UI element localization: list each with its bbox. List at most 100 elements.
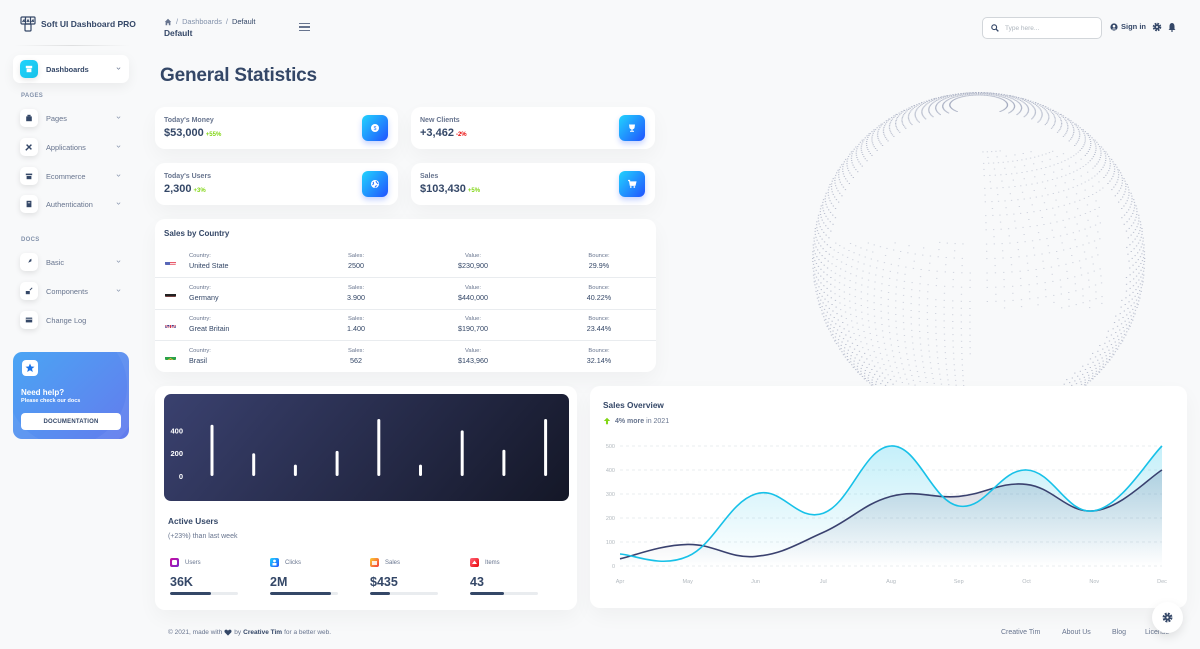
stat-label: Items <box>485 559 500 566</box>
y-tick-label: 500 <box>606 444 615 450</box>
bar-3 <box>293 464 297 476</box>
stat-number: $103,430 <box>420 183 466 195</box>
stat-head: Clicks <box>270 558 340 567</box>
gear-icon[interactable] <box>1152 22 1162 32</box>
x-tick-label: Oct <box>1022 579 1031 585</box>
tools-icon <box>20 138 38 156</box>
cell-value: Germany <box>189 292 219 302</box>
y-tick-label: 100 <box>606 540 615 546</box>
stat-value: 2,300 +3% <box>164 183 206 195</box>
y-tick-label: 200 <box>170 449 183 458</box>
search-input[interactable] <box>1005 24 1095 32</box>
de-flag-icon <box>165 289 176 297</box>
stat-label: Clicks <box>285 559 301 566</box>
cart-icon <box>370 558 379 567</box>
footer-link-blog[interactable]: Blog <box>1112 629 1126 636</box>
star-icon <box>22 360 38 376</box>
sign-in-link[interactable]: Sign in <box>1110 22 1146 31</box>
sidebar-item-applications[interactable]: Applications <box>13 133 129 161</box>
progress-fill <box>170 592 211 595</box>
globe-illustration <box>812 92 1146 386</box>
sales-cell: Sales: 562 <box>335 348 377 365</box>
stat-change: +55% <box>205 132 222 138</box>
cell-label: Bounce: <box>588 284 610 291</box>
menu-toggle-icon[interactable] <box>299 23 310 31</box>
active-users-stat-users: Users 36K <box>170 558 240 595</box>
subtitle-highlight: (+23%) <box>168 533 191 540</box>
bar-9 <box>544 419 548 476</box>
stat-label: Users <box>185 559 201 566</box>
sidebar-item-basic[interactable]: Basic <box>13 248 129 276</box>
card-subtitle: (+23%) than last week <box>168 533 237 540</box>
help-subtitle: Please check our docs <box>21 398 81 404</box>
bar-4 <box>335 450 339 476</box>
rocket-icon <box>20 253 38 271</box>
chevron-down-icon <box>116 116 121 119</box>
sidebar: Soft UI Dashboard PRO Dashboards PAGES P… <box>0 0 142 649</box>
gb-flag-icon <box>165 320 176 328</box>
page-title: General Statistics <box>160 65 317 86</box>
breadcrumb-item[interactable]: Dashboards <box>182 17 222 26</box>
cell-value: 29.9% <box>588 261 610 270</box>
box-icon <box>20 282 38 300</box>
sidebar-item-authentication[interactable]: Authentication <box>13 190 129 218</box>
divider <box>14 45 130 46</box>
sales-by-country-card: Sales by Country Country: United State Sal… <box>155 219 656 372</box>
bounce-cell: Bounce: 40.22% <box>575 285 623 302</box>
chevron-down-icon <box>116 260 121 263</box>
dashboard-logo-icon <box>20 16 36 32</box>
sidebar-item-change-log[interactable]: Change Log <box>13 306 129 334</box>
cell-label: Bounce: <box>588 253 610 259</box>
footer-link-about-us[interactable]: About Us <box>1062 629 1091 636</box>
home-icon[interactable] <box>164 18 172 26</box>
stat-value: 43 <box>470 575 484 589</box>
search-box[interactable] <box>982 17 1102 39</box>
basket-icon <box>20 167 38 185</box>
chevron-down-icon <box>116 67 121 70</box>
cell-value: $190,700 <box>458 324 488 333</box>
settings-icon <box>470 558 479 567</box>
heart-icon <box>224 629 232 636</box>
cell-label: Country: <box>189 253 211 259</box>
sales-cell: Sales: 1.400 <box>335 316 377 333</box>
svg-text:$: $ <box>374 126 377 132</box>
stat-value: 2M <box>270 575 288 589</box>
section-title-docs: DOCS <box>21 237 40 243</box>
sidebar-item-ecommerce[interactable]: Ecommerce <box>13 162 129 190</box>
cell-label: Country: <box>189 347 211 354</box>
cell-value: 23.44% <box>586 324 612 333</box>
stat-label: Today's Users <box>164 173 212 180</box>
cell-value: 3.900 <box>347 292 365 302</box>
footer-link-creative-tim[interactable]: Creative Tim <box>1001 629 1040 636</box>
country-cell: Country: Great Britain <box>189 316 229 333</box>
footer-suffix: for a better web. <box>284 629 332 636</box>
chevron-down-icon <box>116 145 121 148</box>
cell-value: $440,000 <box>458 292 488 302</box>
cell-label: Value: <box>464 316 481 322</box>
brand[interactable]: Soft UI Dashboard PRO <box>20 16 136 32</box>
value-cell: Value: $440,000 <box>445 285 501 302</box>
sidebar-item-pages[interactable]: Pages <box>13 104 129 132</box>
configurator-button[interactable] <box>1152 602 1183 633</box>
bell-icon[interactable] <box>1167 22 1177 32</box>
y-tick-label: 0 <box>612 564 615 570</box>
sidebar-item-components[interactable]: Components <box>13 277 129 305</box>
bar-5 <box>377 419 381 476</box>
x-tick-label: May <box>683 579 694 585</box>
sidebar-item-dashboards[interactable]: Dashboards <box>13 55 129 83</box>
br-flag-icon <box>165 352 176 360</box>
sidebar-item-label: Ecommerce <box>46 171 86 181</box>
x-tick-label: Aug <box>886 579 896 585</box>
stat-card-clients: New Clients +3,462 -2% <box>411 107 655 149</box>
cell-label: Sales: <box>347 284 365 291</box>
stat-label: New Clients <box>420 117 460 124</box>
footer-author-link[interactable]: Creative Tim <box>243 629 282 636</box>
card-title: Sales by Country <box>164 229 230 238</box>
stat-head: Items <box>470 558 540 567</box>
active-users-stat-clicks: Clicks 2M <box>270 558 340 595</box>
stat-value: 36K <box>170 575 193 589</box>
documentation-button[interactable]: DOCUMENTATION <box>21 413 121 430</box>
y-tick-label: 200 <box>606 516 615 522</box>
cell-value: $143,960 <box>458 355 488 365</box>
bounce-cell: Bounce: 23.44% <box>575 316 623 333</box>
